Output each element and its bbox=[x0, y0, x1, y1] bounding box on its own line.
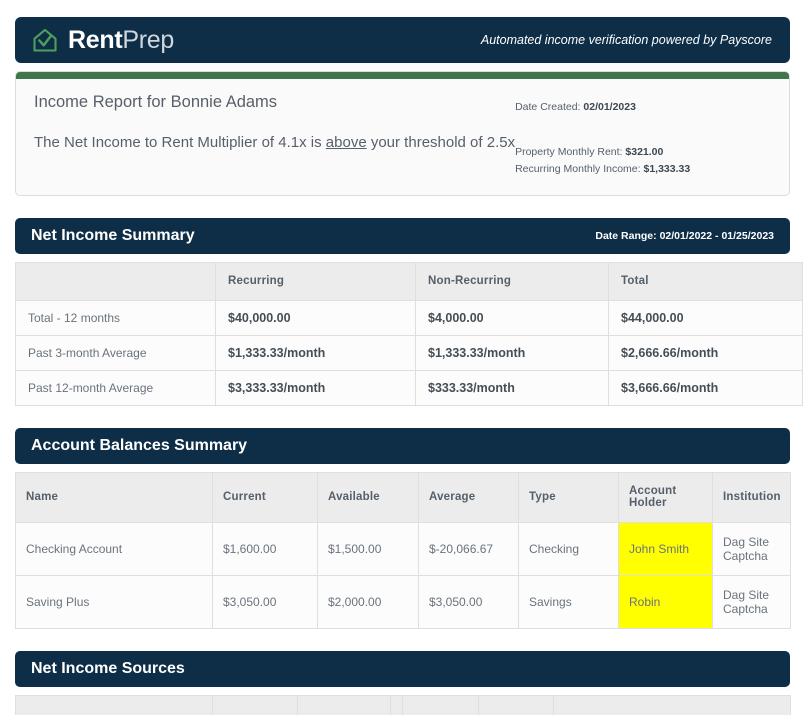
column-header-recurring: Recurring bbox=[215, 261, 416, 301]
brand-name-bold: Rent bbox=[68, 25, 123, 54]
cell-non-recurring: $1,333.33/month bbox=[415, 334, 609, 371]
cell-recurring: $1,333.33/month bbox=[215, 334, 416, 371]
column-header-name: Name bbox=[15, 471, 213, 523]
cell-current: $1,600.00 bbox=[212, 521, 318, 576]
column-header-type: Type bbox=[518, 471, 619, 523]
cell-non-recurring: $333.33/month bbox=[415, 369, 609, 406]
cell-type: Savings bbox=[518, 574, 619, 629]
cell-account-holder: John Smith bbox=[618, 521, 713, 576]
statement-prefix: The Net Income to Rent Multiplier of 4.1… bbox=[34, 134, 326, 151]
multiplier-statement: The Net Income to Rent Multiplier of 4.1… bbox=[34, 134, 515, 151]
table-row: Total - 12 months $40,000.00 $4,000.00 $… bbox=[15, 299, 803, 336]
rentprep-logo[interactable]: RentPrep bbox=[31, 26, 174, 54]
property-rent-value: $321.00 bbox=[625, 146, 664, 159]
column-header-3 bbox=[297, 694, 391, 715]
column-header-total: Total bbox=[608, 261, 803, 301]
property-rent-line: Property Monthly Rent: $321.00 bbox=[515, 144, 775, 160]
column-header-2 bbox=[212, 694, 298, 715]
brand-name-light: Prep bbox=[122, 25, 174, 54]
cell-type: Checking bbox=[518, 521, 619, 576]
column-header-account-holder: Account Holder bbox=[618, 471, 713, 523]
property-rent-label: Property Monthly Rent: bbox=[515, 146, 623, 159]
statement-suffix: your threshold of 2.5x bbox=[366, 134, 516, 151]
cell-available: $1,500.00 bbox=[317, 521, 419, 576]
cell-current: $3,050.00 bbox=[212, 574, 318, 629]
section-header-net-income-summary: Net Income Summary Date Range: 02/01/202… bbox=[15, 217, 790, 254]
table-row: Checking Account $1,600.00 $1,500.00 $-2… bbox=[15, 521, 791, 576]
rent-income-meta-block: Property Monthly Rent: $321.00 Recurring… bbox=[515, 144, 775, 177]
table-row: Past 3-month Average $1,333.33/month $1,… bbox=[15, 334, 803, 371]
brand-tagline: Automated income verification powered by… bbox=[480, 33, 772, 47]
row-label: Past 3-month Average bbox=[15, 334, 216, 371]
column-header-1 bbox=[15, 694, 213, 715]
section-header-account-balances-summary: Account Balances Summary bbox=[15, 427, 790, 464]
date-range: Date Range: 02/01/2022 - 01/25/2023 bbox=[595, 230, 774, 242]
column-header-5 bbox=[402, 694, 479, 715]
recurring-income-value: $1,333.33 bbox=[643, 162, 691, 175]
cell-account-holder: Robin bbox=[618, 574, 713, 629]
cell-total: $3,666.66/month bbox=[608, 369, 803, 406]
report-summary-left: Income Report for Bonnie Adams The Net I… bbox=[34, 93, 515, 177]
recurring-income-label: Recurring Monthly Income: bbox=[515, 162, 641, 175]
account-balances-summary-table: Name Current Available Average Type Acco… bbox=[15, 471, 791, 629]
cell-average: $-20,066.67 bbox=[418, 521, 519, 576]
cell-average: $3,050.00 bbox=[418, 574, 519, 629]
column-header-7 bbox=[553, 694, 791, 715]
cell-institution: Dag Site Captcha bbox=[712, 574, 791, 629]
column-header-non-recurring: Non-Recurring bbox=[415, 261, 609, 301]
column-header-6 bbox=[478, 694, 554, 715]
date-created-line: Date Created: 02/01/2023 bbox=[515, 99, 775, 115]
recurring-income-line: Recurring Monthly Income: $1,333.33 bbox=[515, 161, 775, 177]
section-title-net-income-sources: Net Income Sources bbox=[31, 659, 185, 677]
section-title-net-income-summary: Net Income Summary bbox=[31, 226, 195, 244]
report-page: RentPrep Automated income verification p… bbox=[0, 17, 805, 715]
brand-header: RentPrep Automated income verification p… bbox=[15, 17, 790, 63]
date-range-value: 02/01/2022 - 01/25/2023 bbox=[659, 229, 774, 242]
report-summary-body: Income Report for Bonnie Adams The Net I… bbox=[16, 79, 789, 195]
column-header-current: Current bbox=[212, 471, 318, 523]
brand-wordmark: RentPrep bbox=[68, 25, 174, 54]
table-header-row: Recurring Non-Recurring Total bbox=[15, 261, 803, 301]
date-created-label: Date Created: bbox=[515, 101, 581, 113]
house-check-icon bbox=[31, 26, 59, 54]
cell-non-recurring: $4,000.00 bbox=[415, 299, 609, 336]
column-header-blank bbox=[15, 261, 216, 301]
cell-institution: Dag Site Captcha bbox=[712, 521, 791, 576]
net-income-sources-table bbox=[15, 694, 791, 715]
cell-name: Checking Account bbox=[15, 521, 213, 576]
column-header-average: Average bbox=[418, 471, 519, 523]
section-title-account-balances-summary: Account Balances Summary bbox=[31, 436, 248, 454]
cell-available: $2,000.00 bbox=[317, 574, 419, 629]
row-label: Past 12-month Average bbox=[15, 369, 216, 406]
cell-total: $44,000.00 bbox=[608, 299, 803, 336]
section-header-net-income-sources: Net Income Sources bbox=[15, 650, 790, 687]
table-header-row bbox=[15, 694, 791, 715]
date-range-label: Date Range: bbox=[595, 229, 657, 242]
report-accent-bar bbox=[16, 72, 789, 79]
column-header-available: Available bbox=[317, 471, 419, 523]
cell-recurring: $3,333.33/month bbox=[215, 369, 416, 406]
cell-recurring: $40,000.00 bbox=[215, 299, 416, 336]
date-created-value: 02/01/2023 bbox=[583, 101, 636, 113]
net-income-summary-table: Recurring Non-Recurring Total Total - 12… bbox=[15, 261, 803, 406]
report-summary-card: Income Report for Bonnie Adams The Net I… bbox=[15, 71, 790, 196]
table-row: Saving Plus $3,050.00 $2,000.00 $3,050.0… bbox=[15, 574, 791, 629]
table-row: Past 12-month Average $3,333.33/month $3… bbox=[15, 369, 803, 406]
cell-name: Saving Plus bbox=[15, 574, 213, 629]
report-summary-meta: Date Created: 02/01/2023 Property Monthl… bbox=[515, 93, 775, 177]
row-label: Total - 12 months bbox=[15, 299, 216, 336]
cell-total: $2,666.66/month bbox=[608, 334, 803, 371]
page-title: Income Report for Bonnie Adams bbox=[34, 93, 278, 111]
column-header-4 bbox=[390, 694, 403, 715]
statement-emphasis: above bbox=[325, 134, 367, 151]
table-header-row: Name Current Available Average Type Acco… bbox=[15, 471, 791, 523]
column-header-institution: Institution bbox=[712, 471, 791, 523]
